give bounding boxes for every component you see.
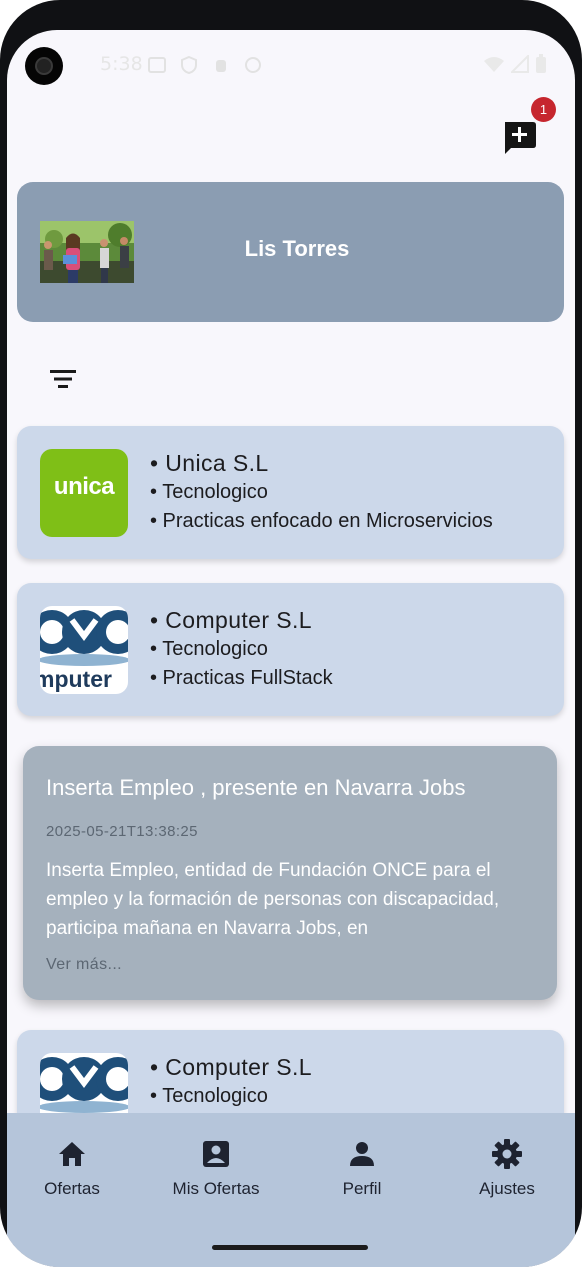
app-screen: 5:38 1 Lis Torres unica • Unica S.L • Te… xyxy=(7,30,575,1267)
offer-company: • Computer S.L xyxy=(150,1054,312,1080)
nav-item-ofertas[interactable]: Ofertas xyxy=(7,1137,137,1199)
nav-label: Perfil xyxy=(342,1179,382,1198)
nav-label: Ofertas xyxy=(44,1179,100,1198)
logo-text: unica xyxy=(53,473,115,500)
status-time: 5:38 xyxy=(100,53,143,75)
gear-icon xyxy=(492,1139,522,1169)
profile-name: Lis Torres xyxy=(244,236,350,261)
hand-icon xyxy=(216,60,226,72)
filter-icon[interactable] xyxy=(47,366,79,392)
contact-card-icon xyxy=(203,1141,229,1167)
avatar xyxy=(40,221,134,283)
profile-card[interactable]: Lis Torres xyxy=(17,182,564,322)
nav-item-mis-ofertas[interactable]: Mis Ofertas xyxy=(151,1137,281,1199)
camera-cutout xyxy=(25,47,63,85)
logo-text: mputer xyxy=(40,666,112,692)
nav-item-ajustes[interactable]: Ajustes xyxy=(442,1137,572,1199)
home-indicator[interactable] xyxy=(212,1245,368,1250)
home-icon xyxy=(59,1142,85,1166)
company-logo: unica xyxy=(40,449,128,537)
wifi-icon xyxy=(484,57,504,72)
screenshot-icon xyxy=(148,57,166,73)
shield-icon xyxy=(181,56,197,74)
offer-sector: • Tecnologico xyxy=(150,1085,268,1107)
company-logo: mputer xyxy=(40,606,128,694)
add-comment-icon[interactable] xyxy=(499,118,539,156)
offer-sector: • Tecnologico xyxy=(150,481,268,503)
notification-badge: 1 xyxy=(531,97,556,122)
offer-card[interactable]: mputer • Computer S.L • Tecnologico • Pr… xyxy=(17,583,564,716)
bottom-navigation: Ofertas Mis Ofertas Perfil Ajustes xyxy=(7,1113,575,1267)
news-card[interactable]: Inserta Empleo , presente en Navarra Job… xyxy=(23,746,557,1000)
offer-card[interactable]: unica • Unica S.L • Tecnologico • Practi… xyxy=(17,426,564,559)
news-body: Inserta Empleo, entidad de Fundación ONC… xyxy=(46,860,500,939)
battery-icon xyxy=(536,54,546,73)
nav-label: Ajustes xyxy=(479,1179,535,1198)
news-title: Inserta Empleo , presente en Navarra Job… xyxy=(46,775,466,800)
see-more-link[interactable]: Ver más... xyxy=(46,956,122,974)
offer-company: • Unica S.L xyxy=(150,450,269,476)
status-bar: 5:38 xyxy=(7,30,575,102)
offer-description: • Practicas FullStack xyxy=(150,667,333,689)
vpn-icon xyxy=(245,57,261,73)
phone-frame: 5:38 1 Lis Torres unica • Unica S.L • Te… xyxy=(0,0,582,1267)
offer-sector: • Tecnologico xyxy=(150,638,268,660)
nav-label: Mis Ofertas xyxy=(172,1179,260,1198)
offer-description: • Practicas enfocado en Microservicios xyxy=(150,510,493,532)
nav-item-perfil[interactable]: Perfil xyxy=(297,1137,427,1199)
system-icons xyxy=(483,54,547,74)
signal-icon xyxy=(511,55,529,73)
news-date: 2025-05-21T13:38:25 xyxy=(46,823,198,840)
person-icon xyxy=(350,1142,374,1166)
offer-company: • Computer S.L xyxy=(150,607,312,633)
